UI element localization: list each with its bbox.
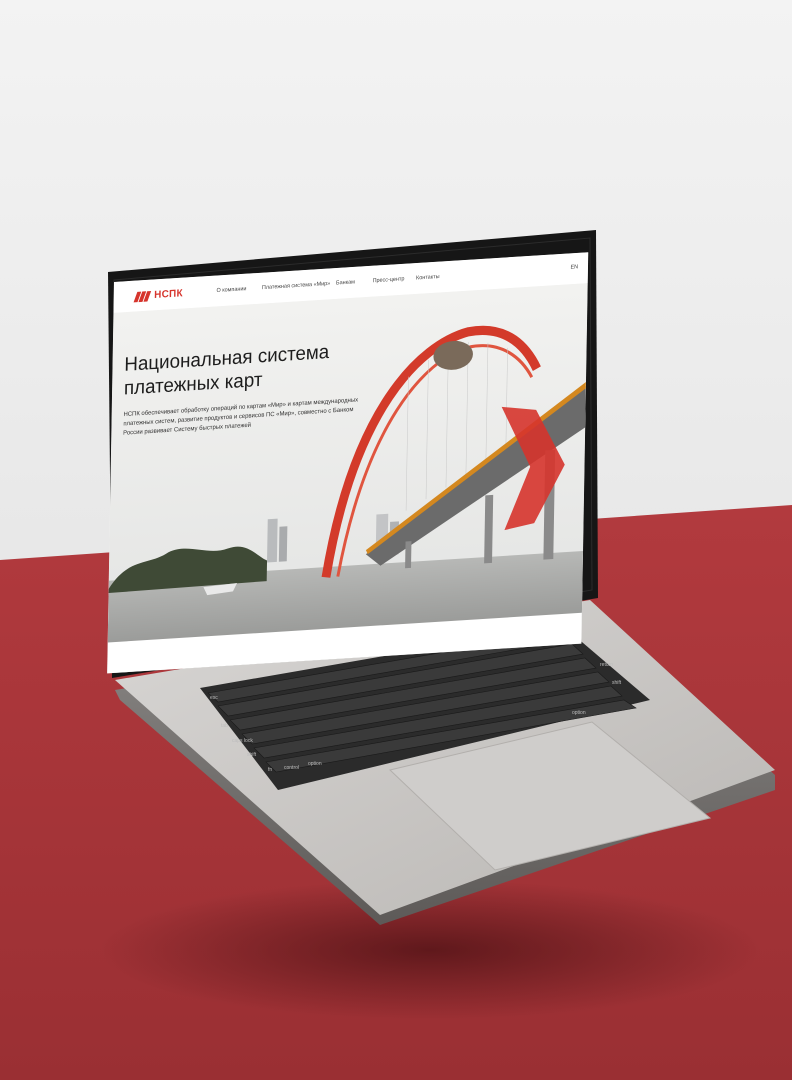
key-option-right: option	[572, 710, 586, 716]
logo-mark-icon	[133, 290, 152, 302]
logo-text: НСПК	[154, 287, 183, 302]
nav-mir[interactable]: Платежная система «Мир»	[262, 281, 330, 291]
nav-about[interactable]: О компании	[216, 286, 246, 294]
key-caps: caps lock	[232, 738, 253, 744]
key-esc: esc	[210, 695, 218, 701]
logo[interactable]: НСПК	[133, 287, 183, 302]
key-shift-right: shift	[612, 680, 622, 686]
key-tab: tab	[221, 723, 228, 729]
nav-banks[interactable]: Банкам	[336, 279, 355, 286]
key-return: return	[600, 662, 613, 668]
key-shift-left: shift	[247, 752, 257, 758]
key-fn: fn	[268, 767, 272, 773]
nav-press[interactable]: Пресс-центр	[373, 276, 405, 284]
hero: Национальная система платежных карт НСПК…	[107, 283, 588, 674]
language-switch[interactable]: EN	[571, 264, 579, 271]
nav-contacts[interactable]: Контакты	[416, 274, 440, 282]
key-option: option	[308, 761, 322, 767]
key-control: control	[284, 765, 299, 771]
screen: НСПК О компании Платежная система «Мир» …	[107, 252, 589, 674]
